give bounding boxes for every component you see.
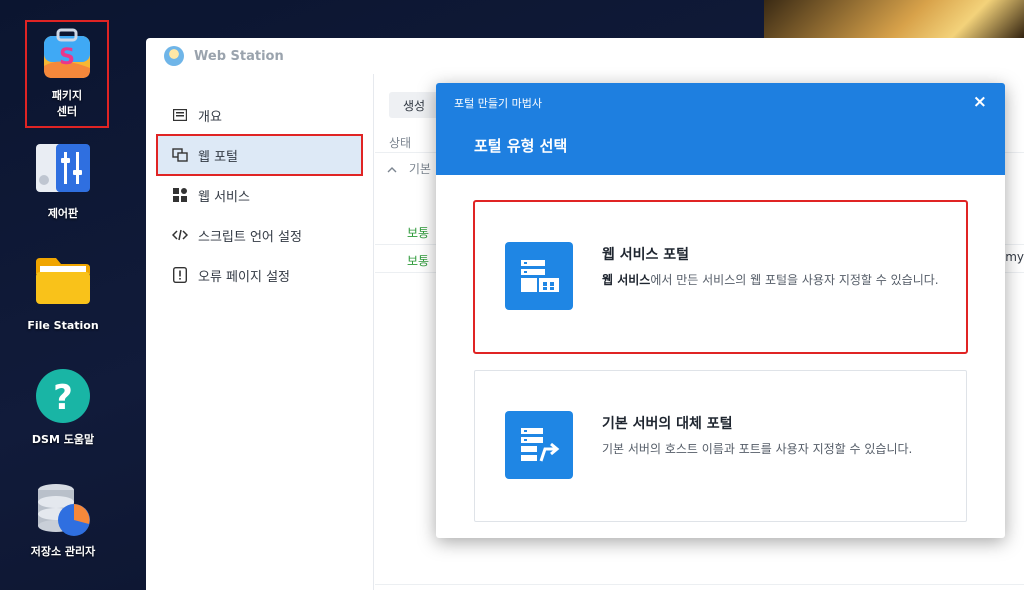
desktop-label: 제어판 — [47, 207, 79, 220]
sidebar-item-error-page[interactable]: 오류 페이지 설정 — [158, 256, 361, 294]
desktop-label: 센터 — [56, 105, 78, 118]
package-center-icon: S — [40, 28, 94, 82]
option-description: 기본 서버의 호스트 이름과 포트를 사용자 지정할 수 있습니다. — [602, 442, 913, 456]
option-title: 기본 서버의 대체 포털 — [602, 416, 733, 432]
storage-manager-icon — [34, 480, 92, 538]
create-button[interactable]: 생성 — [389, 92, 440, 118]
sidebar-item-web-service[interactable]: 웹 서비스 — [158, 176, 361, 214]
desktop-label: File Station — [27, 319, 99, 332]
window-titlebar[interactable]: Web Station — [146, 38, 1024, 74]
desktop-label: 저장소 관리자 — [30, 545, 96, 558]
alias-portal-icon — [505, 411, 573, 479]
wizard-step-title: 포털 유형 선택 — [474, 137, 568, 155]
wizard-window-title: 포털 만들기 마법사 — [454, 97, 542, 110]
divider — [375, 584, 1024, 585]
option-description-rest: 에서 만든 서비스의 웹 포털을 사용자 지정할 수 있습니다. — [650, 273, 939, 287]
sidebar-item-script-language[interactable]: 스크립트 언어 설정 — [158, 216, 361, 254]
sidebar: 개요 웹 포털 웹 서비스 스크립트 언어 설정 오류 페이지 설정 — [146, 74, 374, 590]
web-service-icon — [172, 187, 188, 203]
sidebar-item-label: 웹 포털 — [198, 149, 239, 165]
sidebar-item-label: 웹 서비스 — [198, 189, 250, 205]
group-label: 기본 — [408, 162, 431, 176]
wizard-header: 포털 만들기 마법사 × 포털 유형 선택 — [436, 83, 1005, 175]
status-text: 보통 — [407, 254, 430, 268]
chevron-up-icon — [387, 162, 401, 176]
desktop-icon-file-station[interactable]: File Station — [14, 254, 112, 334]
option-description-bold: 웹 서비스 — [602, 273, 651, 287]
portal-wizard-dialog: 포털 만들기 마법사 × 포털 유형 선택 웹 서비스 포털 웹 서비스에서 만… — [436, 83, 1005, 538]
desktop-label: 패키지 — [51, 89, 83, 102]
close-button[interactable]: × — [973, 92, 987, 112]
error-page-icon — [172, 267, 188, 283]
svg-text:S: S — [59, 45, 75, 70]
sidebar-item-label: 오류 페이지 설정 — [198, 269, 290, 285]
web-portal-icon — [172, 147, 188, 163]
status-text: 보통 — [407, 226, 430, 240]
folder-icon — [34, 254, 92, 312]
overview-icon — [172, 107, 188, 123]
code-icon — [172, 227, 188, 243]
desktop-label: DSM 도움말 — [31, 433, 95, 446]
option-alias-portal[interactable]: 기본 서버의 대체 포털 기본 서버의 호스트 이름과 포트를 사용자 지정할 … — [474, 370, 967, 522]
option-description: 웹 서비스에서 만든 서비스의 웹 포털을 사용자 지정할 수 있습니다. — [602, 270, 942, 290]
sidebar-item-overview[interactable]: 개요 — [158, 96, 361, 134]
sidebar-item-label: 스크립트 언어 설정 — [198, 229, 302, 245]
desktop-icon-storage-manager[interactable]: 저장소 관리자 — [14, 480, 112, 560]
column-header-status[interactable]: 상태 — [389, 134, 411, 151]
window-title: Web Station — [194, 48, 284, 64]
desktop-icon-control-panel[interactable]: 제어판 — [14, 142, 112, 222]
option-title: 웹 서비스 포털 — [602, 247, 690, 263]
sidebar-item-web-portal[interactable]: 웹 포털 — [156, 134, 363, 176]
svg-text:?: ? — [53, 378, 73, 418]
help-icon: ? — [34, 368, 92, 426]
group-row[interactable]: 기본 — [387, 160, 431, 177]
option-web-service-portal[interactable]: 웹 서비스 포털 웹 서비스에서 만든 서비스의 웹 포털을 사용자 지정할 수… — [473, 200, 968, 354]
sidebar-item-label: 개요 — [198, 109, 222, 125]
desktop-icon-dsm-help[interactable]: ? DSM 도움말 — [14, 368, 112, 448]
control-panel-icon — [34, 142, 92, 200]
web-station-logo-icon — [164, 46, 184, 66]
wallpaper-accent — [764, 0, 1024, 40]
desktop-icon-package-center[interactable]: S 패키지 센터 — [25, 20, 109, 128]
web-service-portal-icon — [505, 242, 573, 310]
